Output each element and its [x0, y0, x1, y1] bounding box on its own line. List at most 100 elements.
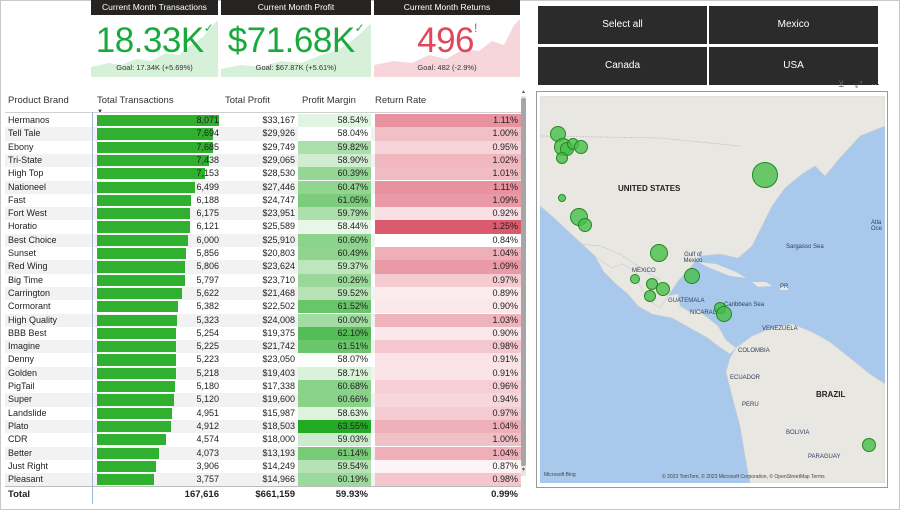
kpi-card-transactions[interactable]: Current Month Transactions 18.33K✓ Goal:…: [91, 0, 218, 78]
table-row[interactable]: Golden 5,218 $19,403 58.71% 0.91%: [5, 366, 521, 380]
map-label-united-states: UNITED STATES: [618, 184, 681, 193]
transactions-cell: 8,071: [196, 115, 219, 125]
table-row[interactable]: Cormorant 5,382 $22,502 61.52% 0.90%: [5, 300, 521, 314]
margin-cell: 59.52%: [298, 286, 371, 301]
map-label-pr: PR: [780, 284, 789, 290]
total-label: Total: [8, 489, 30, 500]
bubble-map[interactable]: UNITED STATES MEXICO Gulf of Mexico GUAT…: [540, 96, 885, 483]
return-rate-cell: 0.89%: [375, 286, 521, 301]
profit-cell: $24,747: [262, 194, 295, 205]
table-row[interactable]: Nationeel 6,499 $27,446 60.47% 1.11%: [5, 180, 521, 194]
brand-cell: Landslide: [8, 407, 47, 418]
margin-cell: 62.10%: [298, 326, 371, 341]
table-row[interactable]: Denny 5,223 $23,050 58.07% 0.91%: [5, 353, 521, 367]
table-row[interactable]: Tell Tale 7,694 $29,926 58.04% 1.00%: [5, 127, 521, 141]
table-row[interactable]: Fast 6,188 $24,747 61.05% 1.09%: [5, 193, 521, 208]
table-row[interactable]: High Top 7,153 $28,530 60.39% 1.01%: [5, 167, 521, 181]
return-rate-cell: 0.87%: [375, 459, 521, 474]
map-bubble[interactable]: [752, 162, 778, 188]
map-bubble[interactable]: [656, 282, 670, 296]
kpi-title: Current Month Transactions: [91, 0, 218, 15]
table-row[interactable]: Big Time 5,797 $23,710 60.26% 0.97%: [5, 273, 521, 287]
map-bubble[interactable]: [716, 306, 732, 322]
profit-cell: $25,910: [262, 234, 295, 245]
map-attribution[interactable]: © 2023 TomTom, © 2023 Microsoft Corporat…: [662, 474, 825, 480]
slicer-usa[interactable]: USA: [709, 47, 878, 85]
transactions-cell: 5,120: [196, 394, 219, 405]
map-label-guatemala: GUATEMALA: [668, 298, 705, 304]
header-return-rate[interactable]: Return Rate: [375, 92, 426, 112]
header-total-transactions[interactable]: Total Transactions ▼: [97, 92, 174, 115]
table-row[interactable]: Ebony 7,685 $29,749 59.82% 0.95%: [5, 140, 521, 154]
table-row[interactable]: Landslide 4,951 $15,987 58.63% 0.97%: [5, 406, 521, 420]
map-label-ecuador: ECUADOR: [730, 375, 761, 381]
trend-up-icon: ✓: [203, 21, 214, 35]
transactions-cell: 6,188: [196, 194, 219, 205]
table-row[interactable]: Super 5,120 $19,600 60.66% 0.94%: [5, 393, 521, 407]
focus-mode-icon[interactable]: ⤢: [855, 79, 862, 90]
map-bubble[interactable]: [862, 438, 876, 452]
map-visual[interactable]: UNITED STATES MEXICO Gulf of Mexico GUAT…: [536, 91, 888, 488]
table-row[interactable]: Red Wing 5,806 $23,624 59.37% 1.09%: [5, 260, 521, 274]
table-row[interactable]: Plato 4,912 $18,503 63.55% 1.04%: [5, 419, 521, 434]
kpi-card-profit[interactable]: Current Month Profit $71.68K✓ Goal: $67.…: [221, 0, 371, 78]
brand-cell: High Top: [8, 168, 44, 179]
map-bubble[interactable]: [574, 140, 588, 154]
scroll-up-icon[interactable]: ▲: [521, 89, 526, 95]
table-row[interactable]: Imagine 5,225 $21,742 61.51% 0.98%: [5, 340, 521, 354]
return-rate-cell: 0.94%: [375, 393, 521, 407]
table-row[interactable]: Just Right 3,906 $14,249 59.54% 0.87%: [5, 459, 521, 474]
scroll-down-icon[interactable]: ▼: [521, 467, 526, 473]
margin-cell: 60.39%: [298, 167, 371, 181]
table-row[interactable]: BBB Best 5,254 $19,375 62.10% 0.90%: [5, 326, 521, 341]
header-total-profit[interactable]: Total Profit: [225, 92, 270, 112]
kpi-goal: Goal: $67.87K (+5.61%): [255, 63, 337, 72]
transactions-cell: 6,000: [196, 234, 219, 245]
header-product-brand[interactable]: Product Brand: [8, 92, 69, 112]
kpi-card-returns[interactable]: Current Month Returns 496! Goal: 482 (-2…: [374, 0, 520, 78]
map-label-brazil: BRAZIL: [816, 390, 846, 399]
profit-cell: $15,987: [262, 407, 295, 418]
more-options-icon[interactable]: ⋯: [871, 79, 880, 90]
filter-icon[interactable]: ⊻: [838, 79, 845, 90]
scrollbar-thumb[interactable]: [521, 98, 526, 466]
table-row[interactable]: Fort West 6,175 $23,951 59.79% 0.92%: [5, 207, 521, 221]
margin-cell: 58.04%: [298, 127, 371, 141]
table-row[interactable]: Carrington 5,622 $21,468 59.52% 0.89%: [5, 286, 521, 301]
table-scrollbar[interactable]: ▲ ▼: [521, 89, 526, 476]
table-row[interactable]: Best Choice 6,000 $25,910 60.60% 0.84%: [5, 233, 521, 247]
total-transactions: 167,616: [184, 489, 219, 500]
return-rate-cell: 0.91%: [375, 366, 521, 380]
margin-cell: 61.51%: [298, 340, 371, 354]
table-row[interactable]: Better 4,073 $13,193 61.14% 1.04%: [5, 446, 521, 460]
table-row[interactable]: Pleasant 3,757 $14,966 60.19% 0.98%: [5, 473, 521, 487]
table-row[interactable]: Tri-State 7,438 $29,065 58.90% 1.02%: [5, 153, 521, 168]
table-row[interactable]: Sunset 5,856 $20,803 60.49% 1.04%: [5, 247, 521, 261]
map-label-paraguay: PARAGUAY: [808, 454, 841, 460]
map-bubble[interactable]: [684, 268, 700, 284]
map-bubble[interactable]: [650, 244, 668, 262]
slicer-mexico[interactable]: Mexico: [709, 6, 878, 44]
table-row[interactable]: High Quality 5,323 $24,008 60.00% 1.03%: [5, 313, 521, 327]
brand-cell: Tri-State: [8, 154, 43, 165]
table-row[interactable]: Horatio 6,121 $25,589 58.44% 1.25%: [5, 220, 521, 234]
table-row[interactable]: PigTail 5,180 $17,338 60.68% 0.96%: [5, 380, 521, 394]
map-bubble[interactable]: [558, 194, 566, 202]
header-profit-margin[interactable]: Profit Margin: [302, 92, 356, 112]
map-bubble[interactable]: [556, 152, 568, 164]
return-rate-cell: 1.25%: [375, 220, 521, 234]
map-bubble[interactable]: [578, 218, 592, 232]
map-bubble[interactable]: [630, 274, 640, 284]
slicer-select-all[interactable]: Select all: [538, 6, 707, 44]
table-row[interactable]: Hermanos 8,071 $33,167 58.54% 1.11%: [5, 114, 521, 128]
brand-cell: Best Choice: [8, 234, 57, 245]
return-rate-cell: 1.04%: [375, 446, 521, 460]
return-rate-cell: 1.11%: [375, 114, 521, 128]
return-rate-cell: 1.09%: [375, 260, 521, 274]
slicer-canada[interactable]: Canada: [538, 47, 707, 85]
profit-cell: $19,403: [262, 367, 295, 378]
profit-cell: $14,249: [262, 460, 295, 471]
table-row[interactable]: CDR 4,574 $18,000 59.03% 1.00%: [5, 433, 521, 447]
map-bubble[interactable]: [644, 290, 656, 302]
return-rate-cell: 0.98%: [375, 473, 521, 487]
